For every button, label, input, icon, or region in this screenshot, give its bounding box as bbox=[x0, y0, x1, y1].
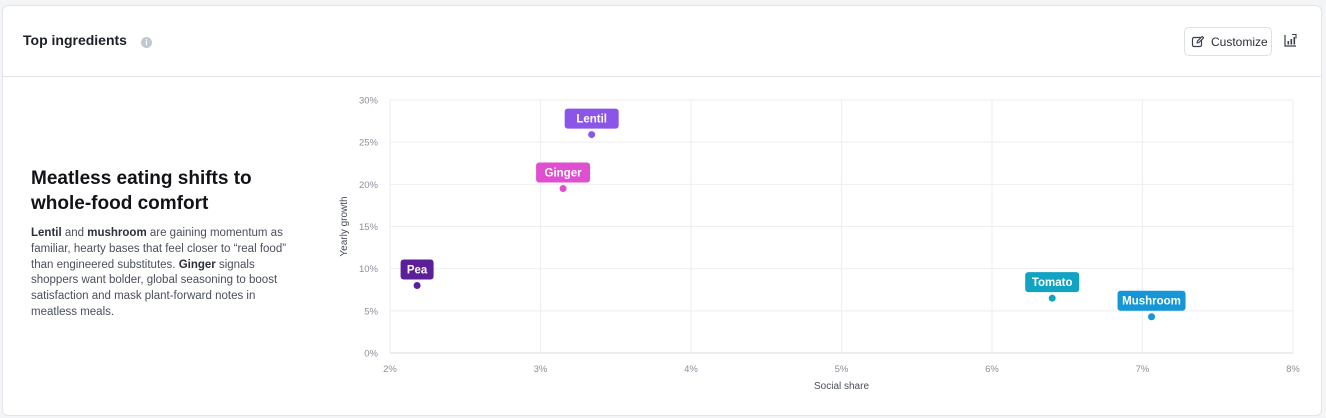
y-tick-label: 25% bbox=[359, 138, 379, 149]
insight-panel: Meatless eating shifts to whole-food com… bbox=[31, 166, 301, 321]
insight-text: and bbox=[61, 227, 88, 239]
card-title: Top ingredients bbox=[23, 32, 127, 48]
chart-export-icon[interactable] bbox=[1282, 33, 1298, 49]
customize-label: Customize bbox=[1211, 34, 1268, 49]
x-tick-label: 8% bbox=[1286, 364, 1300, 375]
customize-button[interactable]: Customize bbox=[1184, 27, 1272, 56]
scatter-chart: 2% 3% 4% 5% 6% 7% 8% 0% 5% 10% 15% 20% 25% 30% Social … bbox=[339, 96, 1300, 393]
data-label-tomato: Tomato bbox=[1032, 277, 1073, 289]
data-label-ginger: Ginger bbox=[545, 168, 583, 180]
data-point-lentil bbox=[588, 131, 596, 139]
data-point-pea bbox=[413, 282, 421, 290]
x-tick-label: 3% bbox=[534, 364, 548, 375]
x-tick-label: 2% bbox=[383, 364, 397, 375]
data-point-mushroom bbox=[1148, 313, 1156, 321]
insight-highlight: Ginger bbox=[178, 258, 216, 271]
insight-highlight: Lentil bbox=[31, 227, 62, 239]
edit-icon bbox=[1191, 35, 1205, 47]
insight-headline: Meatless eating shifts to whole-food com… bbox=[31, 168, 252, 214]
y-axis-title: Yearly growth bbox=[339, 196, 350, 256]
y-tick-label: 10% bbox=[359, 264, 379, 275]
x-axis-title: Social share bbox=[814, 381, 869, 392]
y-tick-label: 15% bbox=[359, 222, 379, 233]
data-label-lentil: Lentil bbox=[576, 114, 607, 126]
x-tick-label: 7% bbox=[1136, 364, 1150, 375]
x-tick-label: 4% bbox=[684, 364, 698, 375]
data-label-mushroom: Mushroom bbox=[1122, 296, 1181, 308]
info-icon[interactable]: i bbox=[141, 37, 152, 48]
y-tick-label: 5% bbox=[364, 306, 378, 317]
x-tick-label: 6% bbox=[985, 364, 999, 375]
card-header: Top ingredients i Customize bbox=[3, 6, 1321, 77]
y-tick-label: 0% bbox=[364, 349, 378, 360]
data-point-ginger bbox=[559, 185, 567, 193]
data-label-pea: Pea bbox=[407, 265, 428, 277]
x-tick-label: 5% bbox=[835, 364, 849, 375]
top-ingredients-card: Top ingredients i Customize Meatless eat… bbox=[2, 5, 1322, 416]
data-point-tomato bbox=[1048, 294, 1056, 302]
insight-body: Lentil and mushroom are gaining momentum… bbox=[31, 226, 301, 321]
y-tick-label: 30% bbox=[359, 96, 379, 107]
y-tick-label: 20% bbox=[359, 180, 379, 191]
insight-highlight: mushroom bbox=[87, 227, 147, 239]
